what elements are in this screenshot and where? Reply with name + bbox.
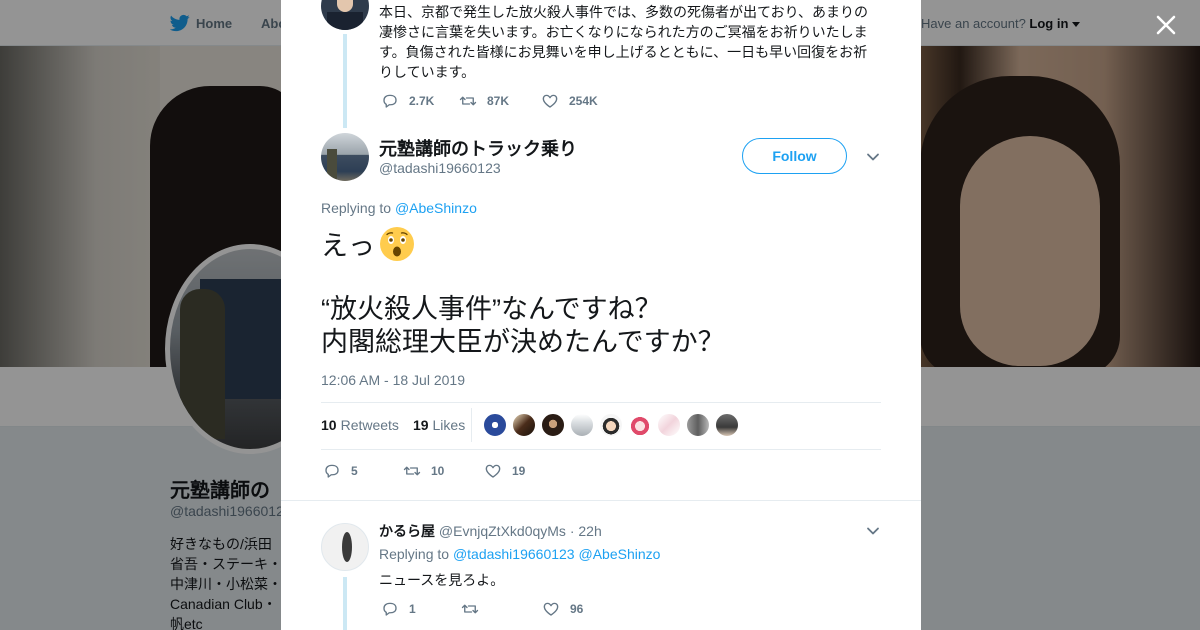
likes-stat-count: 19	[412, 417, 429, 433]
replying-handle[interactable]: @AbeShinzo	[395, 200, 477, 216]
liker-avatar[interactable]	[483, 413, 507, 437]
tweet-actions: 5 10 19	[323, 462, 525, 480]
chevron-down-icon[interactable]	[866, 150, 880, 164]
reply-author-handle[interactable]: @EvnjqZtXkd0qyMs	[439, 523, 566, 539]
liker-avatar[interactable]	[628, 413, 652, 437]
reply-icon	[383, 602, 397, 616]
heart-icon	[485, 464, 501, 478]
like-count: 96	[570, 602, 584, 616]
reply-author-line[interactable]: かるら屋 @EvnjqZtXkd0qyMs · 22h	[379, 521, 602, 541]
retweet-button[interactable]: 10	[403, 462, 484, 480]
tweet-line-2: “放火殺人事件”なんですね？	[321, 294, 662, 324]
retweet-icon	[461, 604, 479, 614]
reply-author-avatar[interactable]	[321, 523, 369, 571]
reply-time[interactable]: · 22h	[570, 523, 602, 539]
reply-icon	[325, 464, 339, 478]
close-icon[interactable]	[1152, 11, 1180, 39]
reply-replying-to: Replying to @tadashi19660123 @AbeShinzo	[379, 546, 660, 562]
liker-avatar[interactable]	[715, 413, 739, 437]
like-button[interactable]: 19	[484, 462, 525, 480]
retweet-icon	[403, 466, 421, 476]
tweet-modal: 本日、京都で発生した放火殺人事件では、多数の死傷者が出ており、あまりの凄惨さに言…	[281, 0, 921, 630]
retweet-count: 87K	[487, 94, 510, 108]
divider	[321, 449, 881, 450]
reply-tweet-text: ニュースを見ろよ。	[379, 572, 505, 588]
retweets-stat[interactable]: 10 Retweets	[321, 417, 399, 433]
liker-avatar[interactable]	[512, 413, 536, 437]
reply-button[interactable]: 2.7K	[381, 92, 459, 110]
author-handle[interactable]: @tadashi19660123	[379, 160, 501, 176]
stats-divider	[471, 408, 472, 442]
like-count: 19	[512, 464, 526, 478]
thread-line	[343, 34, 347, 128]
like-count: 254K	[569, 94, 598, 108]
divider	[281, 500, 921, 501]
tweet-stats: 10 Retweets 19 Likes	[321, 417, 479, 433]
parent-tweet-actions: 2.7K 87K 254K	[381, 92, 598, 110]
replying-prefix: Replying to	[321, 200, 392, 216]
reply-icon	[383, 94, 397, 108]
liker-avatar[interactable]	[570, 413, 594, 437]
reply-tweet-actions: 1 96	[381, 600, 583, 618]
thread-line	[343, 577, 347, 630]
liker-avatar[interactable]	[541, 413, 565, 437]
reply-replying-prefix: Replying to	[379, 546, 450, 562]
follow-button[interactable]: Follow	[742, 138, 847, 174]
reply-count: 1	[409, 602, 416, 616]
liker-avatar[interactable]	[657, 413, 681, 437]
retweet-icon	[459, 96, 477, 106]
retweet-button[interactable]: 87K	[459, 92, 541, 110]
author-avatar[interactable]	[321, 133, 369, 181]
reply-count: 5	[351, 464, 358, 478]
heart-icon	[543, 602, 559, 616]
author-name[interactable]: 元塾講師のトラック乗り	[379, 135, 577, 161]
chevron-down-icon[interactable]	[866, 524, 880, 538]
likes-stat[interactable]: 19 Likes	[413, 417, 465, 433]
replying-to: Replying to @AbeShinzo	[321, 200, 477, 216]
reply-button[interactable]: 1	[381, 600, 461, 618]
like-button[interactable]: 254K	[541, 92, 598, 110]
retweets-stat-count: 10	[321, 417, 337, 433]
likes-stat-label: Likes	[432, 417, 466, 433]
divider	[321, 402, 881, 403]
like-button[interactable]: 96	[542, 600, 583, 618]
reply-count: 2.7K	[409, 94, 435, 108]
parent-author-avatar[interactable]	[321, 0, 369, 30]
reply-replying-handle-2[interactable]: @AbeShinzo	[578, 546, 660, 562]
reply-replying-handle-1[interactable]: @tadashi19660123	[453, 546, 575, 562]
liker-avatar[interactable]	[686, 413, 710, 437]
tweet-line-1: えっ	[321, 231, 375, 261]
tweet-timestamp[interactable]: 12:06 AM - 18 Jul 2019	[321, 372, 465, 388]
parent-tweet-text: 本日、京都で発生した放火殺人事件では、多数の死傷者が出ており、あまりの凄惨さに言…	[379, 4, 869, 80]
heart-icon	[542, 94, 558, 108]
reply-author-name[interactable]: かるら屋	[379, 523, 435, 539]
reply-button[interactable]: 5	[323, 462, 403, 480]
tweet-line-3: 内閣総理大臣が決めたんですか？	[321, 327, 725, 357]
retweets-stat-label: Retweets	[340, 417, 399, 433]
astonished-face-icon	[380, 227, 414, 261]
liker-avatar[interactable]	[599, 413, 623, 437]
retweet-button[interactable]	[461, 600, 542, 618]
retweet-count: 10	[431, 464, 445, 478]
